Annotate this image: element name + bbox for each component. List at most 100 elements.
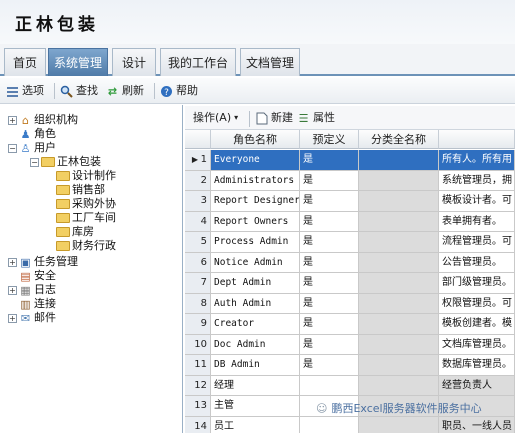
table-cell-predef[interactable]: 是	[300, 314, 359, 335]
table-cell-cat[interactable]	[359, 334, 439, 355]
table-cell-cat[interactable]	[359, 314, 439, 335]
find-button[interactable]: 查找	[60, 82, 98, 100]
column-header-predefined[interactable]: 预定义	[300, 130, 359, 149]
column-header-description[interactable]	[439, 130, 515, 149]
table-cell-desc[interactable]: 经营负责人	[439, 375, 515, 396]
table-row[interactable]: 6 Notice Admin 是 公告管理员。	[185, 252, 515, 273]
table-cell-cat[interactable]	[359, 293, 439, 314]
tree-item-department[interactable]: 设计制作	[56, 169, 116, 183]
tree-item-company[interactable]: − 正林包装	[30, 155, 101, 169]
table-cell-predef[interactable]: 是	[300, 273, 359, 294]
tab-home[interactable]: 首页	[4, 48, 46, 76]
tree-item-user[interactable]: − ♙ 用户	[8, 141, 56, 155]
table-row[interactable]: 5 Process Admin 是 流程管理员。可	[185, 232, 515, 253]
table-cell-desc[interactable]: 系统管理员，拥	[439, 170, 515, 191]
help-button[interactable]: ? 帮助	[160, 82, 198, 100]
action-menu-button[interactable]: 操作(A) ▾	[193, 109, 238, 127]
properties-button[interactable]: ☰ 属性	[297, 109, 335, 127]
table-cell-name[interactable]: DB Admin	[211, 355, 300, 376]
table-row[interactable]: 3 Report Designers 是 模板设计者。可	[185, 191, 515, 212]
table-row[interactable]: ▶ 1 Everyone 是所有人。所有用	[185, 150, 515, 171]
tree-item-mail[interactable]: + ✉ 邮件	[8, 311, 56, 325]
table-row[interactable]: 11 DB Admin 是 数据库管理员。	[185, 355, 515, 376]
table-cell-name[interactable]: Administrators	[211, 170, 300, 191]
table-cell-name[interactable]: 主管	[211, 396, 300, 417]
tree-item-department[interactable]: 工厂车间	[56, 211, 116, 225]
table-cell-predef[interactable]: 是	[300, 170, 359, 191]
expand-icon[interactable]: +	[8, 313, 17, 323]
table-cell-predef[interactable]	[300, 416, 359, 433]
table-row[interactable]: 12 经理 经营负责人	[185, 375, 515, 396]
table-cell-predef[interactable]: 是	[300, 293, 359, 314]
table-cell-desc[interactable]: 部门级管理员。	[439, 273, 515, 294]
table-cell-predef[interactable]: 是	[300, 232, 359, 253]
table-cell-name[interactable]: Report Designers	[211, 191, 300, 212]
tree-item-department[interactable]: 采购外协	[56, 197, 116, 211]
table-row[interactable]: 9 Creator 是 模板创建者。模	[185, 314, 515, 335]
tree-item-department[interactable]: 库房	[56, 225, 94, 239]
table-cell-desc[interactable]: 流程管理员。可	[439, 232, 515, 253]
new-button[interactable]: 新建	[255, 109, 293, 127]
table-cell-name[interactable]: Report Owners	[211, 211, 300, 232]
table-row[interactable]: 8 Auth Admin 是 权限管理员。可	[185, 293, 515, 314]
expand-icon[interactable]: +	[8, 257, 17, 267]
tree-item-connect[interactable]: ▥ 连接	[19, 297, 56, 311]
table-row[interactable]: 7 Dept Admin 是 部门级管理员。	[185, 273, 515, 294]
options-button[interactable]: 选项	[6, 82, 44, 100]
table-cell-name[interactable]: 经理	[211, 375, 300, 396]
table-cell-cat[interactable]	[359, 252, 439, 273]
tab-design[interactable]: 设计	[112, 48, 156, 76]
table-cell-desc[interactable]: 公告管理员。	[439, 252, 515, 273]
table-cell-predef[interactable]: 是	[300, 211, 359, 232]
table-cell-name[interactable]: Dept Admin	[211, 273, 300, 294]
collapse-icon[interactable]: −	[30, 157, 39, 167]
table-row[interactable]: 10 Doc Admin 是 文档库管理员。	[185, 334, 515, 355]
table-cell-desc[interactable]: 数据库管理员。	[439, 355, 515, 376]
table-cell-cat[interactable]	[359, 355, 439, 376]
table-cell-desc[interactable]: 文档库管理员。	[439, 334, 515, 355]
table-cell-name[interactable]: Everyone	[211, 150, 300, 171]
table-cell-name[interactable]: Creator	[211, 314, 300, 335]
tree-item-org[interactable]: + ⌂ 组织机构	[8, 113, 78, 127]
table-cell-cat[interactable]	[359, 150, 439, 171]
column-header-role-name[interactable]: 角色名称	[211, 130, 300, 149]
table-row[interactable]: 14 员工 职员、一线人员	[185, 416, 515, 433]
tree-item-role[interactable]: ♟ 角色	[19, 127, 56, 141]
tree-item-department[interactable]: 销售部	[56, 183, 105, 197]
table-row[interactable]: 4 Report Owners 是 表单拥有者。	[185, 211, 515, 232]
tree-item-task[interactable]: + ▣ 任务管理	[8, 255, 78, 269]
expand-icon[interactable]: +	[8, 285, 17, 295]
table-cell-cat[interactable]	[359, 170, 439, 191]
table-cell-desc[interactable]: 模板创建者。模	[439, 314, 515, 335]
table-cell-desc[interactable]: 模板设计者。可	[439, 191, 515, 212]
table-cell-predef[interactable]	[300, 375, 359, 396]
table-cell-predef[interactable]: 是	[300, 150, 359, 171]
collapse-icon[interactable]: −	[8, 143, 17, 153]
table-cell-predef[interactable]: 是	[300, 355, 359, 376]
table-cell-desc[interactable]: 职员、一线人员	[439, 416, 515, 433]
table-cell-cat[interactable]	[359, 191, 439, 212]
tab-my-workbench[interactable]: 我的工作台	[160, 48, 236, 76]
table-cell-name[interactable]: Doc Admin	[211, 334, 300, 355]
table-cell-cat[interactable]	[359, 416, 439, 433]
table-cell-predef[interactable]: 是	[300, 334, 359, 355]
refresh-button[interactable]: ⇄ 刷新	[106, 82, 144, 100]
table-cell-desc[interactable]: 表单拥有者。	[439, 211, 515, 232]
tab-system-management[interactable]: 系统管理	[48, 48, 108, 76]
table-cell-predef[interactable]: 是	[300, 252, 359, 273]
table-cell-desc[interactable]: 所有人。所有用	[439, 150, 515, 171]
expand-icon[interactable]: +	[8, 115, 17, 125]
tree-item-department[interactable]: 财务行政	[56, 239, 116, 253]
table-cell-name[interactable]: Process Admin	[211, 232, 300, 253]
table-cell-cat[interactable]	[359, 273, 439, 294]
table-cell-desc[interactable]: 权限管理员。可	[439, 293, 515, 314]
column-header-category[interactable]: 分类全名称	[359, 130, 439, 149]
tree-item-log[interactable]: + ▦ 日志	[8, 283, 56, 297]
table-cell-predef[interactable]: 是	[300, 191, 359, 212]
table-cell-name[interactable]: Auth Admin	[211, 293, 300, 314]
table-cell-cat[interactable]	[359, 375, 439, 396]
table-row[interactable]: 2 Administrators 是 系统管理员，拥	[185, 170, 515, 191]
table-cell-cat[interactable]	[359, 211, 439, 232]
tab-document-management[interactable]: 文档管理	[240, 48, 300, 76]
table-cell-cat[interactable]	[359, 232, 439, 253]
